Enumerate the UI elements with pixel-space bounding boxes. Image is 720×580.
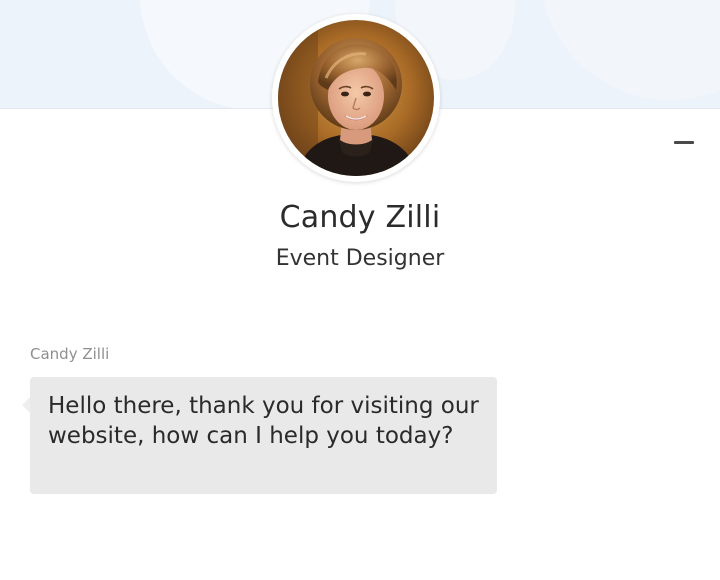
agent-avatar-photo: [278, 20, 434, 176]
minus-icon: [674, 141, 694, 144]
agent-avatar: [278, 20, 434, 176]
header-decoration: [540, 0, 720, 100]
message-text: Hello there, thank you for visiting our …: [48, 393, 479, 449]
agent-title: Event Designer: [275, 246, 445, 271]
message-sender-label: Candy Zilli: [30, 345, 110, 363]
agent-avatar-frame: [272, 14, 440, 182]
agent-name: Candy Zilli: [279, 200, 441, 235]
message-bubble: Hello there, thank you for visiting our …: [22, 377, 497, 494]
bubble-tail: [22, 397, 30, 413]
minimize-button[interactable]: [668, 128, 700, 156]
